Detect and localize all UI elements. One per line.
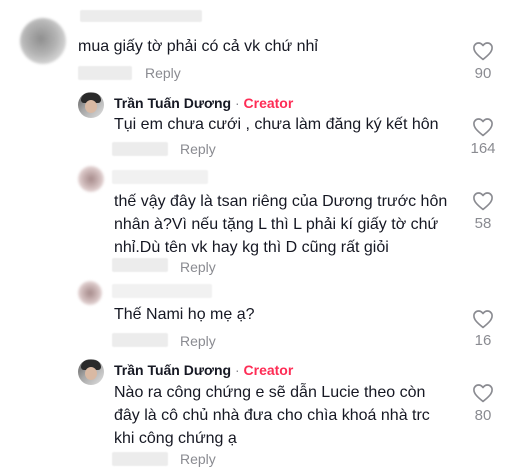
author-name[interactable]: Trần Tuấn Dương · Creator <box>114 95 293 111</box>
creator-badge: Creator <box>243 362 294 378</box>
avatar[interactable] <box>20 18 66 64</box>
comment-text-line-1: Nào ra công chứng e sẽ dẫn Lucie theo cò… <box>114 384 426 401</box>
comment-text-line-3: khi công chứng ạ <box>114 430 237 447</box>
redacted-username <box>80 10 202 22</box>
comment-text: Thế Nami họ mẹ ạ? <box>114 306 255 323</box>
creator-avatar[interactable] <box>78 92 104 118</box>
avatar[interactable] <box>78 281 102 305</box>
like-count: 90 <box>474 65 492 82</box>
creator-badge: Creator <box>243 95 294 111</box>
redacted-timestamp <box>112 142 168 156</box>
comment-text-line-2: nhân à?Vì nếu tặng L thì L phải kí giấy … <box>114 216 439 233</box>
author-name-text: Trần Tuấn Dương <box>114 362 232 378</box>
reply-button[interactable]: Reply <box>145 65 181 81</box>
like-count: 16 <box>474 332 492 349</box>
author-name-text: Trần Tuấn Dương <box>114 95 232 111</box>
reply-button[interactable]: Reply <box>180 333 216 349</box>
avatar-face <box>85 367 97 380</box>
separator-dot: · <box>234 362 240 378</box>
reply-button[interactable]: Reply <box>180 259 216 275</box>
creator-avatar[interactable] <box>78 359 104 385</box>
comment-text-line-2: đây là cô chủ nhà đưa cho chìa khoá nhà … <box>114 407 430 424</box>
comment-text: mua giấy tờ phải có cả vk chứ nhỉ <box>78 38 318 55</box>
heart-icon[interactable] <box>472 191 494 211</box>
heart-icon[interactable] <box>472 309 494 329</box>
heart-icon[interactable] <box>472 41 494 61</box>
redacted-timestamp <box>112 258 168 272</box>
comment-text-line-3: nhỉ.Dù tên vk hay kg thì D cũng rất giỏi <box>114 239 389 256</box>
comment-text: Tụi em chưa cưới , chưa làm đăng ký kết … <box>114 116 439 133</box>
redacted-timestamp <box>112 333 168 347</box>
redacted-username <box>112 170 208 184</box>
author-name[interactable]: Trần Tuấn Dương · Creator <box>114 362 293 378</box>
like-count: 58 <box>474 215 492 232</box>
heart-icon[interactable] <box>472 117 494 137</box>
heart-icon[interactable] <box>472 383 494 403</box>
redacted-timestamp <box>112 452 168 466</box>
like-count: 80 <box>474 407 492 424</box>
redacted-timestamp <box>78 66 132 80</box>
like-count: 164 <box>470 140 496 157</box>
reply-button[interactable]: Reply <box>180 451 216 467</box>
comment-text-line-1: thế vậy đây là tsan riêng của Dương trướ… <box>114 193 448 210</box>
redacted-username <box>112 284 212 298</box>
avatar[interactable] <box>78 166 104 192</box>
avatar-face <box>85 100 97 113</box>
separator-dot: · <box>234 95 240 111</box>
reply-button[interactable]: Reply <box>180 141 216 157</box>
